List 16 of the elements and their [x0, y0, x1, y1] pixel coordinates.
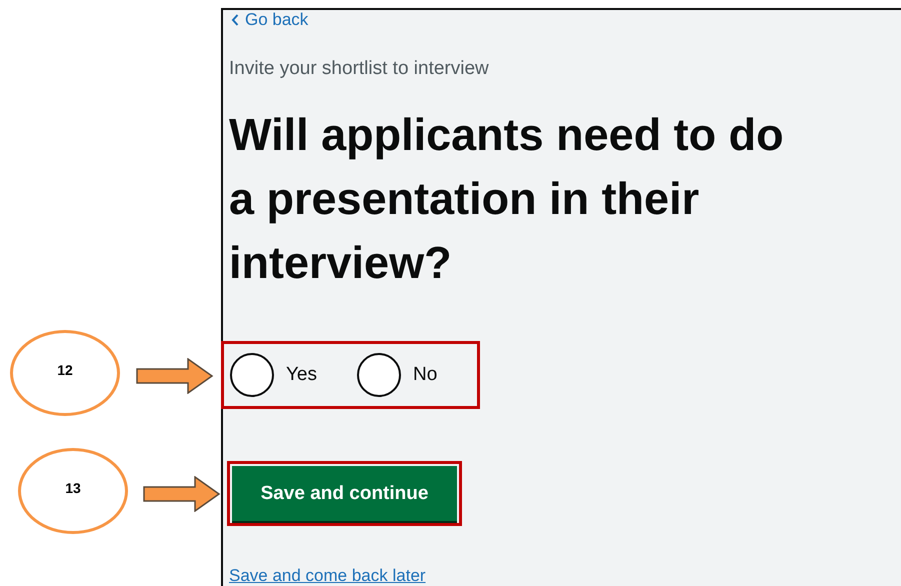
back-link[interactable]: Go back [229, 10, 308, 30]
arrow-right-icon [136, 358, 214, 394]
chevron-left-icon [231, 14, 239, 26]
caption: Invite your shortlist to interview [229, 57, 489, 81]
save-button[interactable]: Save and continue [232, 466, 457, 521]
radio-option[interactable]: No [357, 353, 438, 397]
annotation-number: 12 [10, 330, 120, 416]
page-heading: Will applicants need to do a presentation in their interview? [229, 108, 785, 290]
radio-label: Yes [286, 364, 317, 386]
radio-option[interactable]: Yes [230, 353, 317, 397]
radio-label: No [413, 364, 438, 386]
radio-circle[interactable] [230, 353, 274, 397]
radio-circle[interactable] [357, 353, 401, 397]
save-later-link[interactable]: Save and come back later [229, 566, 426, 586]
annotation-number: 13 [18, 448, 128, 534]
arrow-right-icon [143, 476, 221, 512]
